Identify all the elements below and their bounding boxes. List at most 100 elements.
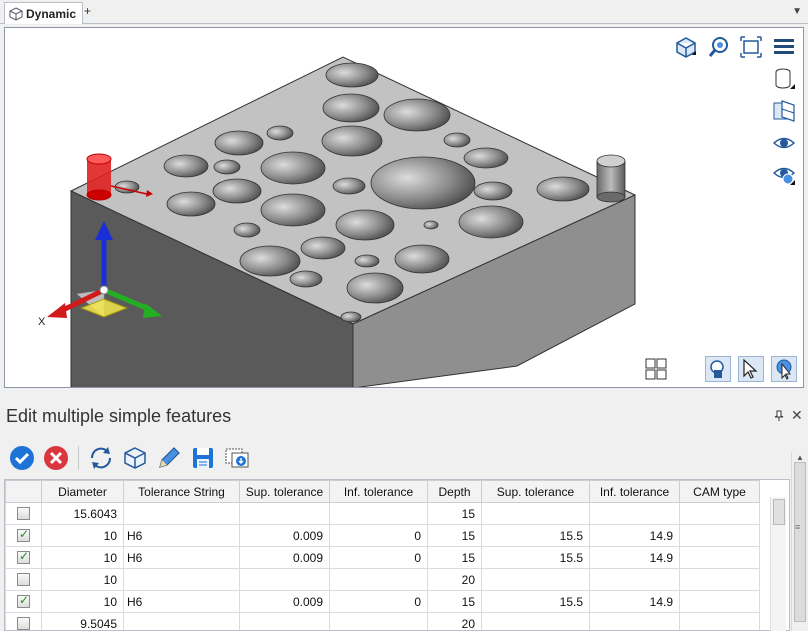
table-cell[interactable] (329, 502, 428, 525)
tab-menu-dropdown[interactable]: ▼ (792, 6, 802, 17)
column-header[interactable] (5, 480, 42, 503)
cube-button[interactable] (121, 444, 149, 472)
table-cell[interactable] (239, 502, 330, 525)
column-header[interactable]: Sup. tolerance (481, 480, 590, 503)
table-cell[interactable]: 10 (41, 546, 124, 569)
table-cell[interactable]: 0 (329, 524, 428, 547)
row-checkbox-cell[interactable] (5, 612, 42, 630)
table-cell[interactable] (481, 568, 590, 591)
table-vertical-scrollbar[interactable] (770, 497, 786, 631)
table-cell[interactable]: 15 (427, 546, 482, 569)
table-cell[interactable] (329, 612, 428, 630)
table-row[interactable]: 9.5045 20 (5, 612, 760, 630)
add-tab-button[interactable]: + (84, 4, 91, 18)
table-cell[interactable] (329, 568, 428, 591)
menu-icon[interactable] (771, 34, 797, 60)
table-cell[interactable]: H6 (123, 590, 240, 613)
table-cell[interactable]: 0 (329, 590, 428, 613)
table-cell[interactable]: 15 (427, 524, 482, 547)
pin-panel-button[interactable] (774, 410, 784, 425)
table-cell[interactable]: 15.5 (481, 546, 590, 569)
tab-dynamic[interactable]: Dynamic (4, 2, 84, 24)
table-cell[interactable] (123, 568, 240, 591)
table-cell[interactable]: 10 (41, 524, 124, 547)
table-row[interactable]: 10H60.00901515.514.9 (5, 524, 760, 547)
column-header[interactable]: Diameter (41, 480, 124, 503)
rotate-select-icon[interactable] (771, 356, 797, 382)
column-header[interactable]: Inf. tolerance (329, 480, 428, 503)
table-row[interactable]: 10H60.00901515.514.9 (5, 546, 760, 569)
row-checkbox[interactable] (17, 593, 30, 608)
column-header[interactable]: Inf. tolerance (589, 480, 680, 503)
table-row[interactable]: 15.6043 15 (5, 502, 760, 525)
table-cell[interactable]: 0.009 (239, 590, 330, 613)
row-checkbox-cell[interactable] (5, 568, 42, 591)
table-cell[interactable]: 0.009 (239, 524, 330, 547)
table-cell[interactable] (123, 502, 240, 525)
table-cell[interactable] (679, 590, 760, 613)
table-cell[interactable]: H6 (123, 546, 240, 569)
table-cell[interactable]: 10 (41, 590, 124, 613)
table-cell[interactable] (679, 524, 760, 547)
zoom-extents-icon[interactable] (706, 34, 732, 60)
table-cell[interactable]: 14.9 (589, 524, 680, 547)
table-cell[interactable]: 14.9 (589, 546, 680, 569)
section-view-icon[interactable] (771, 98, 797, 124)
panel-vertical-scrollbar[interactable]: ▲ ≡ (791, 452, 808, 631)
scroll-thumb[interactable] (794, 462, 806, 622)
row-checkbox-cell[interactable] (5, 546, 42, 569)
table-cell[interactable] (239, 568, 330, 591)
table-cell[interactable] (679, 568, 760, 591)
cylinder-icon[interactable] (771, 66, 797, 92)
table-cell[interactable] (679, 546, 760, 569)
table-cell[interactable]: 15 (427, 502, 482, 525)
table-cell[interactable] (589, 502, 680, 525)
refresh-button[interactable] (87, 444, 115, 472)
column-header[interactable]: Tolerance String (123, 480, 240, 503)
table-cell[interactable] (589, 612, 680, 630)
row-checkbox-cell[interactable] (5, 502, 42, 525)
table-cell[interactable]: 20 (427, 568, 482, 591)
table-cell[interactable] (239, 612, 330, 630)
ok-button[interactable] (8, 444, 36, 472)
row-checkbox[interactable] (17, 507, 30, 520)
row-checkbox[interactable] (17, 527, 30, 542)
close-panel-button[interactable]: ✕ (791, 407, 803, 424)
table-cell[interactable]: 15.6043 (41, 502, 124, 525)
table-cell[interactable]: 15.5 (481, 524, 590, 547)
table-cell[interactable]: 14.9 (589, 590, 680, 613)
table-row[interactable]: 10H60.00901515.514.9 (5, 590, 760, 613)
row-checkbox-cell[interactable] (5, 590, 42, 613)
row-checkbox[interactable] (17, 573, 30, 586)
scroll-up-icon[interactable]: ▲ (796, 453, 804, 462)
table-cell[interactable] (481, 612, 590, 630)
table-row[interactable]: 10 20 (5, 568, 760, 591)
column-header[interactable]: Sup. tolerance (239, 480, 330, 503)
row-checkbox[interactable] (17, 549, 30, 564)
view-cube-icon[interactable] (673, 34, 699, 60)
table-scroll-thumb[interactable] (773, 499, 785, 525)
table-cell[interactable] (679, 612, 760, 630)
row-checkbox[interactable] (17, 617, 30, 630)
table-cell[interactable] (679, 502, 760, 525)
table-cell[interactable] (123, 612, 240, 630)
edit-button[interactable] (155, 444, 183, 472)
table-cell[interactable]: 0.009 (239, 546, 330, 569)
hide-icon[interactable] (771, 162, 797, 188)
cancel-button[interactable] (42, 444, 70, 472)
row-checkbox-cell[interactable] (5, 524, 42, 547)
table-cell[interactable] (589, 568, 680, 591)
export-button[interactable] (223, 444, 251, 472)
table-cell[interactable]: 15 (427, 590, 482, 613)
column-header[interactable]: CAM type (679, 480, 760, 503)
table-cell[interactable]: 9.5045 (41, 612, 124, 630)
save-button[interactable] (189, 444, 217, 472)
table-cell[interactable]: 20 (427, 612, 482, 630)
fit-window-icon[interactable] (738, 34, 764, 60)
pointer-icon[interactable] (738, 356, 764, 382)
column-header[interactable]: Depth (427, 480, 482, 503)
table-cell[interactable] (481, 502, 590, 525)
table-cell[interactable]: 0 (329, 546, 428, 569)
pan-select-icon[interactable] (705, 356, 731, 382)
3d-viewport[interactable]: X (4, 27, 804, 388)
